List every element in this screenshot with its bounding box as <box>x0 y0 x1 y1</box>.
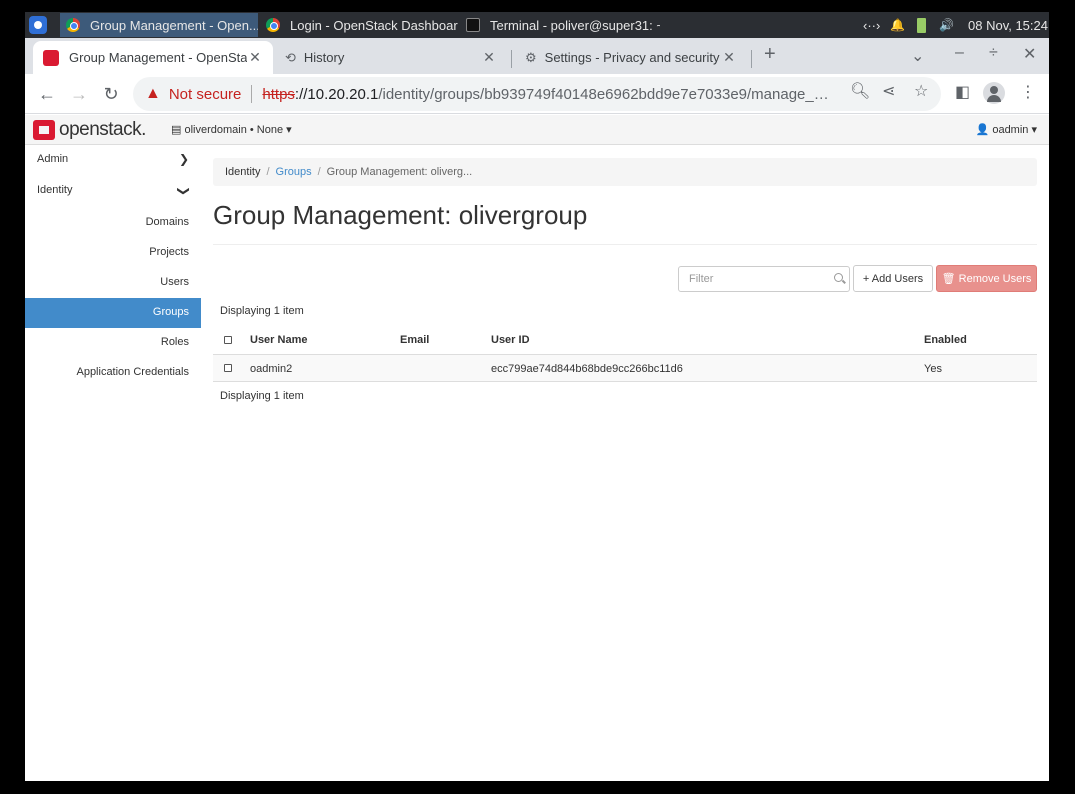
bookmark-star-icon[interactable]: ☆ <box>914 81 928 101</box>
sidebar-item-projects[interactable]: Projects <box>149 246 189 258</box>
chrome-icon <box>66 18 80 32</box>
close-icon[interactable]: ✕ <box>721 49 737 66</box>
remove-users-button[interactable]: 🗑 Remove Users <box>936 265 1037 292</box>
openstack-logo[interactable]: openstack. <box>33 119 146 141</box>
side-panel-icon[interactable]: ◧ <box>955 82 970 102</box>
tab-separator <box>511 50 512 68</box>
tab-settings[interactable]: ⚙ Settings - Privacy and security ✕ <box>515 41 747 74</box>
tab-search-icon[interactable]: ⌄ <box>911 46 924 66</box>
breadcrumb-groups-link[interactable]: Groups <box>276 166 312 178</box>
warning-icon[interactable]: ▲ <box>145 85 161 103</box>
more-menu-icon[interactable]: ⋮ <box>1020 82 1036 102</box>
column-header-user-name[interactable]: User Name <box>250 334 307 346</box>
column-header-user-id[interactable]: User ID <box>491 334 530 346</box>
page-title: Group Management: olivergroup <box>213 200 588 230</box>
address-bar[interactable]: ▲ Not secure https ://10.20.20.1 /identi… <box>133 77 941 111</box>
divider <box>251 85 253 103</box>
table-row: oadmin2 ecc799ae74d844b68bde9cc266bc11d6… <box>213 354 1037 382</box>
not-secure-label[interactable]: Not secure <box>169 86 242 103</box>
url-scheme: https <box>262 85 295 103</box>
chevron-down-icon[interactable]: ❯ <box>177 186 191 196</box>
tab-label: Group Management - OpenSta <box>69 50 247 65</box>
row-checkbox[interactable] <box>224 364 232 372</box>
breadcrumb-current: Group Management: oliverg... <box>326 166 473 178</box>
sidebar-item-application-credentials[interactable]: Application Credentials <box>76 366 189 378</box>
close-icon[interactable]: ✕ <box>247 49 263 66</box>
column-header-email[interactable]: Email <box>400 334 429 346</box>
url-host: ://10.20.20.1 <box>294 85 379 103</box>
column-header-enabled[interactable]: Enabled <box>924 334 967 346</box>
cell-user-name: oadmin2 <box>250 363 293 375</box>
sidebar-item-groups[interactable]: Groups <box>153 306 189 318</box>
clock[interactable]: 08 Nov, 15:24 <box>968 12 1048 38</box>
taskbar-task-login[interactable]: Login - OpenStack Dashboar... <box>260 13 458 37</box>
close-icon[interactable]: ✕ <box>481 49 497 66</box>
cell-user-id: ecc799ae74d844b68bde9cc266bc11d6 <box>491 363 683 375</box>
volume-icon[interactable]: 🔊 <box>939 12 954 38</box>
taskbar-task-group-management[interactable]: Group Management - Open... <box>60 13 258 37</box>
battery-icon[interactable] <box>917 12 926 38</box>
item-count-top: Displaying 1 item <box>220 305 304 317</box>
chevron-right-icon[interactable]: ❯ <box>179 152 189 166</box>
item-count-bottom: Displaying 1 item <box>220 390 304 402</box>
openstack-logo-icon <box>33 120 55 140</box>
breadcrumb-identity: Identity <box>225 166 261 178</box>
sidebar-item-roles[interactable]: Roles <box>161 336 189 348</box>
tab-history[interactable]: ⟲ History ✕ <box>275 41 507 74</box>
domain-project-dropdown[interactable]: ▤ oliverdomain • None ▾ <box>171 123 292 136</box>
minimize-icon[interactable]: – <box>955 44 964 62</box>
sidebar-item-users[interactable]: Users <box>160 276 189 288</box>
tab-label: Settings - Privacy and security <box>544 50 720 65</box>
window-close-icon[interactable]: ✕ <box>1023 44 1036 64</box>
add-users-button[interactable]: + Add Users <box>853 265 933 292</box>
breadcrumb-separator: / <box>266 166 270 178</box>
user-dropdown[interactable]: 👤 oadmin ▾ <box>976 123 1037 136</box>
breadcrumb-separator: / <box>317 166 321 178</box>
terminal-icon <box>466 18 480 32</box>
url-path: /identity/groups/bb939749f40148e6962bdd9… <box>378 85 834 103</box>
tab-group-management[interactable]: Group Management - OpenSta ✕ <box>33 41 273 74</box>
chrome-icon <box>266 18 280 32</box>
zoom-icon[interactable]: 🔍︎ <box>850 81 870 101</box>
filter-placeholder: Filter <box>689 273 714 285</box>
task-label: Login - OpenStack Dashboar... <box>290 17 458 33</box>
search-icon[interactable] <box>834 273 843 282</box>
table-header: User Name Email User ID Enabled <box>213 326 1037 354</box>
history-icon: ⟲ <box>285 49 296 65</box>
openstack-favicon-icon <box>43 49 59 66</box>
browser-toolbar: ← → ↻ ▲ Not secure https ://10.20.20.1 /… <box>25 74 1049 114</box>
tab-separator <box>751 50 752 68</box>
browser-tab-strip: Group Management - OpenSta ✕ ⟲ History ✕… <box>25 38 1049 74</box>
logo-text: openstack. <box>59 119 146 140</box>
filter-input[interactable]: Filter <box>678 266 850 292</box>
new-tab-button[interactable]: + <box>764 43 776 66</box>
task-label: Terminal - poliver@super31: ~ <box>490 17 660 33</box>
profile-avatar-icon[interactable] <box>983 82 1005 104</box>
share-icon[interactable]: ⋖ <box>882 81 895 101</box>
network-icon[interactable]: ‹··› <box>863 12 880 38</box>
sidebar-section-admin[interactable]: Admin <box>37 153 68 165</box>
breadcrumb: Identity / Groups / Group Management: ol… <box>213 158 1037 186</box>
sidebar: Admin ❯ Identity ❯ Domains Projects User… <box>25 145 201 781</box>
notification-bell-icon[interactable]: 🔔 <box>890 12 905 38</box>
back-icon[interactable]: ← <box>35 82 59 106</box>
cell-enabled: Yes <box>924 363 942 375</box>
screen: Group Management - Open... Login - OpenS… <box>25 12 1049 781</box>
title-divider <box>213 244 1037 245</box>
sidebar-item-domains[interactable]: Domains <box>146 216 189 228</box>
reload-icon[interactable]: ↻ <box>99 82 123 106</box>
task-label: Group Management - Open... <box>90 17 258 33</box>
gear-icon: ⚙ <box>525 49 537 65</box>
sidebar-section-identity[interactable]: Identity <box>37 184 72 196</box>
maximize-icon[interactable]: ÷ <box>989 44 998 62</box>
app-menu-icon[interactable] <box>29 16 47 34</box>
tab-label: History <box>303 50 345 65</box>
os-taskbar: Group Management - Open... Login - OpenS… <box>25 12 1049 38</box>
forward-icon[interactable]: → <box>67 82 91 106</box>
openstack-header: openstack. ▤ oliverdomain • None ▾ 👤 oad… <box>25 115 1049 145</box>
select-all-checkbox[interactable] <box>224 336 232 344</box>
taskbar-task-terminal[interactable]: Terminal - poliver@super31: ~ <box>460 13 660 37</box>
